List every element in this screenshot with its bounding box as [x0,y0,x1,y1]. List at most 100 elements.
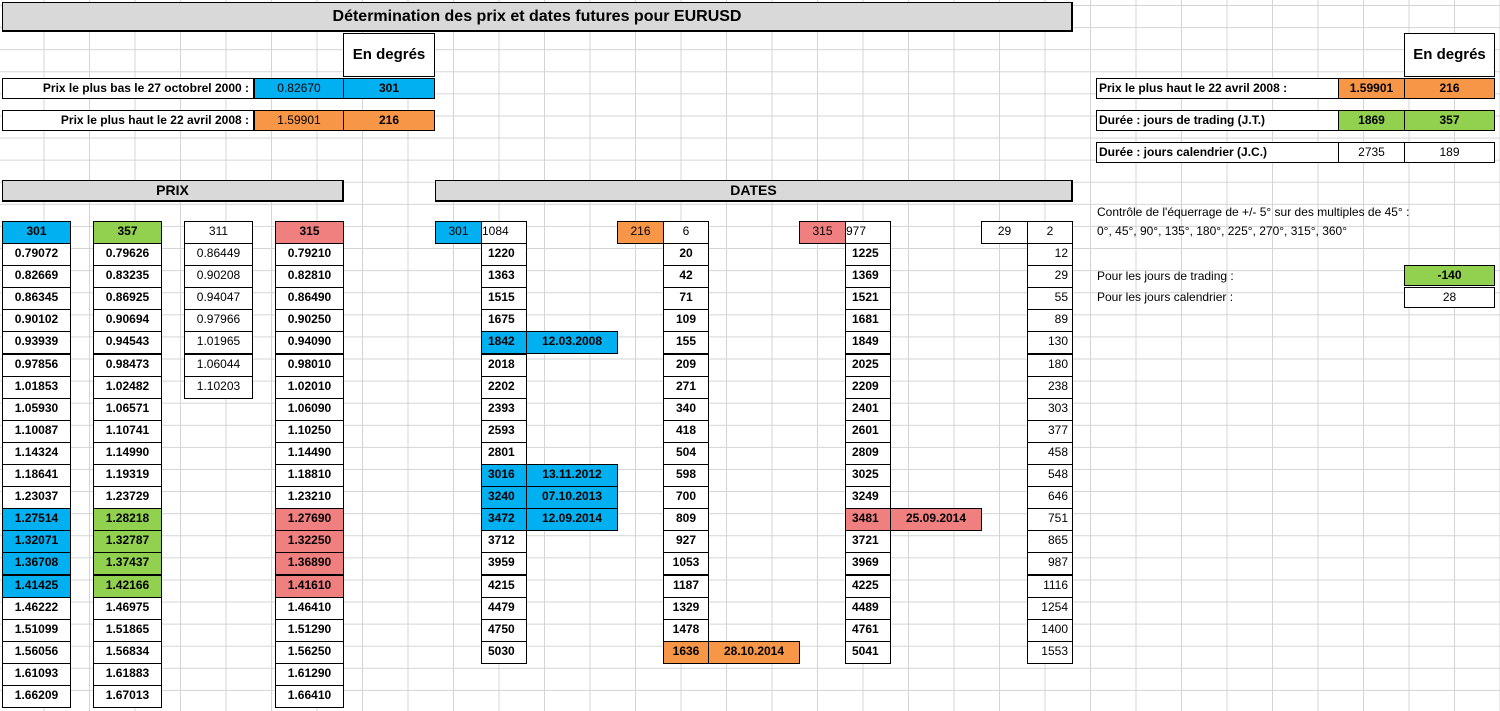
dates-216-header[interactable]: 216 [617,221,664,244]
prix-col301-cell[interactable]: 1.51099 [2,619,71,642]
prix-col357-cell[interactable]: 0.98473 [93,354,162,377]
prix-col357-cell[interactable]: 0.79626 [93,243,162,266]
dates-29-cell[interactable]: 458 [1027,442,1073,465]
calendar-deg-cell[interactable]: 189 [1404,142,1495,163]
dates-29-cell[interactable]: 987 [1027,552,1073,575]
prix-col301-cell[interactable]: 0.79072 [2,243,71,266]
dates-216-cell[interactable]: 42 [663,265,709,288]
dates-301-cell[interactable]: 3240 [481,486,527,509]
dates-29-cell[interactable]: 1400 [1027,619,1073,642]
dates-29-cell[interactable]: 12 [1027,243,1073,266]
prix-col357-cell[interactable]: 1.42166 [93,575,162,598]
dates-301-date-label[interactable]: 07.10.2013 [526,486,618,509]
dates-315-cell[interactable]: 1849 [845,331,891,354]
prix-col315-cell[interactable]: 1.61290 [275,663,344,686]
prix-col357-cell[interactable]: 0.86925 [93,287,162,310]
high-price-label[interactable]: Prix le plus haut le 22 avril 2008 : [2,110,254,131]
dates-301-cell[interactable]: 5030 [481,641,527,664]
prix-col315-cell[interactable]: 1.41610 [275,575,344,598]
prix-col357-cell[interactable]: 1.32787 [93,530,162,553]
dates-315-cell[interactable]: 4489 [845,597,891,620]
prix-col357-cell[interactable]: 1.06571 [93,398,162,421]
dates-29-cell[interactable]: 29 [1027,265,1073,288]
calendar-days-cell[interactable]: 2735 [1338,142,1405,163]
prix-col357-cell[interactable]: 1.37437 [93,552,162,575]
dates-216-first[interactable]: 6 [663,221,709,244]
dates-301-header[interactable]: 301 [435,221,482,244]
control-calendar-value[interactable]: 28 [1404,287,1495,308]
dates-216-cell[interactable]: 155 [663,331,709,354]
prix-col357-cell[interactable]: 1.46975 [93,597,162,620]
prix-col301-cell[interactable]: 1.10087 [2,420,71,443]
prix-col301-header[interactable]: 301 [2,221,71,244]
dates-29-cell[interactable]: 89 [1027,309,1073,332]
dates-216-cell[interactable]: 1636 [663,641,709,664]
prix-col311-cell[interactable]: 0.86449 [184,243,253,266]
prix-col301-cell[interactable]: 1.27514 [2,508,71,531]
trading-days-label[interactable]: Durée : jours de trading (J.T.) [1096,110,1339,131]
dates-315-cell[interactable]: 3481 [845,508,891,531]
dates-29-cell[interactable]: 1553 [1027,641,1073,664]
dates-301-cell[interactable]: 3472 [481,508,527,531]
dates-29-cell[interactable]: 1254 [1027,597,1073,620]
prix-col311-header[interactable]: 311 [184,221,253,244]
dates-315-date-label[interactable]: 25.09.2014 [890,508,982,531]
prix-col315-cell[interactable]: 0.94090 [275,331,344,354]
prix-col315-cell[interactable]: 1.46410 [275,597,344,620]
prix-col315-cell[interactable]: 1.66410 [275,685,344,708]
prix-col357-cell[interactable]: 1.14990 [93,442,162,465]
dates-29-cell[interactable]: 303 [1027,398,1073,421]
dates-29-cell[interactable]: 1116 [1027,575,1073,598]
prix-col357-cell[interactable]: 1.67013 [93,685,162,708]
dates-315-cell[interactable]: 5041 [845,641,891,664]
prix-col311-cell[interactable]: 0.90208 [184,265,253,288]
dates-301-cell[interactable]: 3016 [481,464,527,487]
prix-col301-cell[interactable]: 1.32071 [2,530,71,553]
trading-days-cell[interactable]: 1869 [1338,110,1405,131]
dates-315-cell[interactable]: 1369 [845,265,891,288]
low-price-label[interactable]: Prix le plus bas le 27 octobrel 2000 : [2,78,254,99]
prix-col357-cell[interactable]: 1.19319 [93,464,162,487]
dates-216-cell[interactable]: 504 [663,442,709,465]
prix-col301-cell[interactable]: 0.86345 [2,287,71,310]
prix-col301-cell[interactable]: 1.61093 [2,663,71,686]
dates-301-cell[interactable]: 4215 [481,575,527,598]
high-deg-cell[interactable]: 216 [343,110,435,131]
prix-col301-cell[interactable]: 1.41425 [2,575,71,598]
dates-216-cell[interactable]: 1053 [663,552,709,575]
prix-col315-cell[interactable]: 1.10250 [275,420,344,443]
dates-216-cell[interactable]: 340 [663,398,709,421]
control-trading-value[interactable]: -140 [1404,265,1495,286]
prix-col301-cell[interactable]: 1.36708 [2,552,71,575]
dates-315-cell[interactable]: 3025 [845,464,891,487]
prix-col315-header[interactable]: 315 [275,221,344,244]
prix-col301-cell[interactable]: 0.90102 [2,309,71,332]
prix-col301-cell[interactable]: 1.66209 [2,685,71,708]
dates-29-cell[interactable]: 238 [1027,376,1073,399]
dates-315-cell[interactable]: 2809 [845,442,891,465]
dates-301-cell[interactable]: 2202 [481,376,527,399]
dates-315-first[interactable]: 977 [845,221,891,244]
prix-col315-cell[interactable]: 1.51290 [275,619,344,642]
prix-col315-cell[interactable]: 0.86490 [275,287,344,310]
dates-29-cell[interactable]: 865 [1027,530,1073,553]
dates-216-date-label[interactable]: 28.10.2014 [708,641,800,664]
prix-col311-cell[interactable]: 1.01965 [184,331,253,354]
dates-29-cell[interactable]: 180 [1027,354,1073,377]
right-high-price[interactable]: 1.59901 [1338,78,1405,99]
dates-301-cell[interactable]: 3712 [481,530,527,553]
dates-315-cell[interactable]: 4225 [845,575,891,598]
trading-deg-cell[interactable]: 357 [1404,110,1495,131]
dates-315-cell[interactable]: 3969 [845,552,891,575]
dates-315-cell[interactable]: 4761 [845,619,891,642]
calendar-days-label[interactable]: Durée : jours calendrier (J.C.) [1096,142,1339,163]
low-deg-cell[interactable]: 301 [343,78,435,99]
prix-col315-cell[interactable]: 1.36890 [275,552,344,575]
prix-col315-cell[interactable]: 1.14490 [275,442,344,465]
prix-col301-cell[interactable]: 1.23037 [2,486,71,509]
prix-col301-cell[interactable]: 1.56056 [2,641,71,664]
dates-315-header[interactable]: 315 [799,221,846,244]
dates-315-cell[interactable]: 3721 [845,530,891,553]
dates-301-cell[interactable]: 2393 [481,398,527,421]
prix-col315-cell[interactable]: 1.23210 [275,486,344,509]
